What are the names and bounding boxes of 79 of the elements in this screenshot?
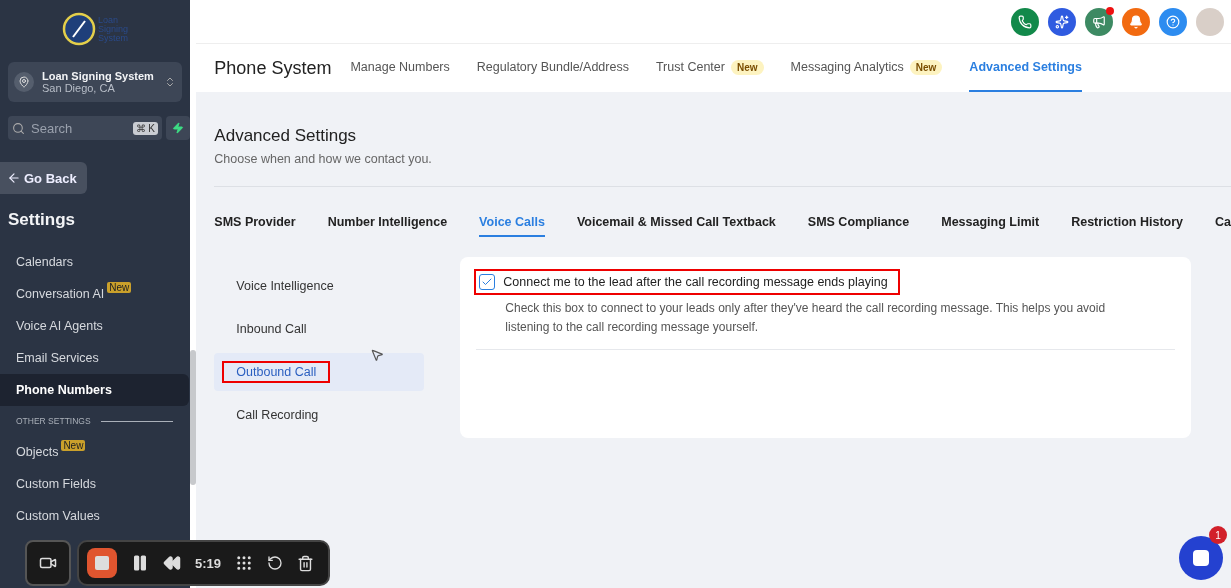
camera-button[interactable]	[25, 540, 71, 586]
settings-tab[interactable]: Ca	[1215, 215, 1231, 237]
shortcut-key: ⌘ K	[132, 121, 158, 135]
check-icon	[481, 276, 494, 288]
sidebar-item[interactable]: Calendars	[0, 246, 189, 278]
sidebar-title: Settings	[7, 209, 77, 231]
sidebar-item[interactable]: Custom Fields	[0, 468, 189, 500]
bell-icon	[1129, 14, 1143, 29]
scrollbar-thumb[interactable]	[190, 350, 197, 485]
stop-icon	[95, 556, 109, 570]
sparkles-icon	[1055, 14, 1069, 29]
settings-tab[interactable]: Voice Calls	[479, 215, 545, 237]
cursor-icon	[370, 348, 384, 362]
section-title: Advanced Settings	[214, 126, 358, 146]
search-input[interactable]: Search	[29, 119, 129, 137]
restart-icon[interactable]	[267, 555, 284, 571]
settings-tab[interactable]: SMS Provider	[214, 215, 296, 237]
back-button[interactable]: Go Back	[0, 162, 87, 194]
sidebar-item[interactable]: Email Services	[0, 342, 189, 374]
menu-item[interactable]: Call Recording	[214, 396, 425, 434]
nav-tab[interactable]: Messaging Analytics New	[790, 44, 943, 92]
settings-tab[interactable]: Number Intelligence	[327, 215, 448, 237]
quick-action-button[interactable]	[166, 116, 190, 140]
phone-button[interactable]	[1011, 7, 1039, 36]
phone-icon	[1018, 14, 1032, 29]
account-location: San Diego, CA	[42, 82, 116, 94]
stop-button[interactable]	[87, 548, 117, 578]
account-switcher[interactable]: Loan Signing System San Diego, CA	[8, 62, 182, 102]
rewind-icon[interactable]	[163, 554, 181, 572]
nav-tab[interactable]: Manage Numbers	[350, 44, 450, 92]
notifications-button[interactable]	[1122, 7, 1150, 36]
new-badge: New	[107, 282, 132, 293]
checkbox[interactable]	[479, 274, 496, 290]
sidebar-item[interactable]: Phone Numbers	[0, 374, 189, 406]
sidebar-item[interactable]: Objects New	[0, 436, 189, 468]
page-title: Phone System	[214, 56, 332, 80]
menu-item-label: Outbound Call	[224, 363, 329, 381]
help-icon	[1166, 14, 1180, 29]
new-badge: New	[730, 59, 764, 75]
option-description: Check this box to connect to your leads only after they've heard the call recording message. This helps you avoid listening to the call recording message yourself.	[505, 300, 1107, 336]
bolt-icon	[172, 122, 184, 134]
menu-item-label: Call Recording	[235, 407, 320, 424]
logo-icon	[62, 12, 96, 46]
settings-tab[interactable]: SMS Compliance	[807, 215, 910, 237]
sidebar-item[interactable]: Voice AI Agents	[0, 310, 189, 342]
section-label: OTHER SETTINGS	[16, 416, 91, 426]
search-icon	[12, 121, 25, 135]
settings-tab[interactable]: Voicemail & Missed Call Textback	[576, 215, 776, 237]
new-badge: New	[61, 440, 86, 451]
chevron-icon	[164, 76, 176, 88]
sparkles-button[interactable]	[1048, 7, 1076, 36]
option-label: Connect me to the lead after the call recording message ends playing	[503, 275, 888, 289]
sidebar-item[interactable]: Conversation AI New	[0, 278, 189, 310]
menu-item-label: Voice Intelligence	[235, 278, 335, 295]
menu-item[interactable]: Outbound Call	[214, 353, 425, 391]
nav-tab[interactable]: Regulatory Bundle/Address	[476, 44, 629, 92]
new-badge: New	[909, 59, 943, 75]
megaphone-icon	[1092, 14, 1106, 29]
menu-item[interactable]: Voice Intelligence	[214, 267, 425, 305]
announcement-button[interactable]	[1085, 7, 1113, 36]
trash-icon[interactable]	[297, 554, 315, 572]
search-field[interactable]: Search ⌘ K	[8, 116, 162, 140]
nav-tab[interactable]: Advanced Settings	[969, 44, 1082, 92]
account-name: Loan Signing System	[42, 70, 155, 82]
nav-tab[interactable]: Trust Center New	[655, 44, 764, 92]
logo-text: Loan Signing System	[98, 15, 128, 43]
grid-icon[interactable]	[235, 554, 254, 572]
recording-time: 5:19	[195, 555, 222, 571]
settings-tab[interactable]: Messaging Limit	[941, 215, 1040, 237]
chat-icon	[1193, 550, 1209, 566]
section-subtitle: Choose when and how we contact you.	[214, 152, 433, 166]
settings-tab[interactable]: Restriction History	[1071, 215, 1183, 237]
pause-icon[interactable]	[131, 554, 149, 572]
menu-item[interactable]: Inbound Call	[214, 310, 425, 348]
unread-badge: 1	[1209, 526, 1227, 544]
menu-item-label: Inbound Call	[235, 321, 308, 338]
location-icon	[18, 76, 30, 88]
sidebar-item[interactable]: Custom Values	[0, 500, 189, 532]
help-button[interactable]	[1159, 7, 1187, 36]
